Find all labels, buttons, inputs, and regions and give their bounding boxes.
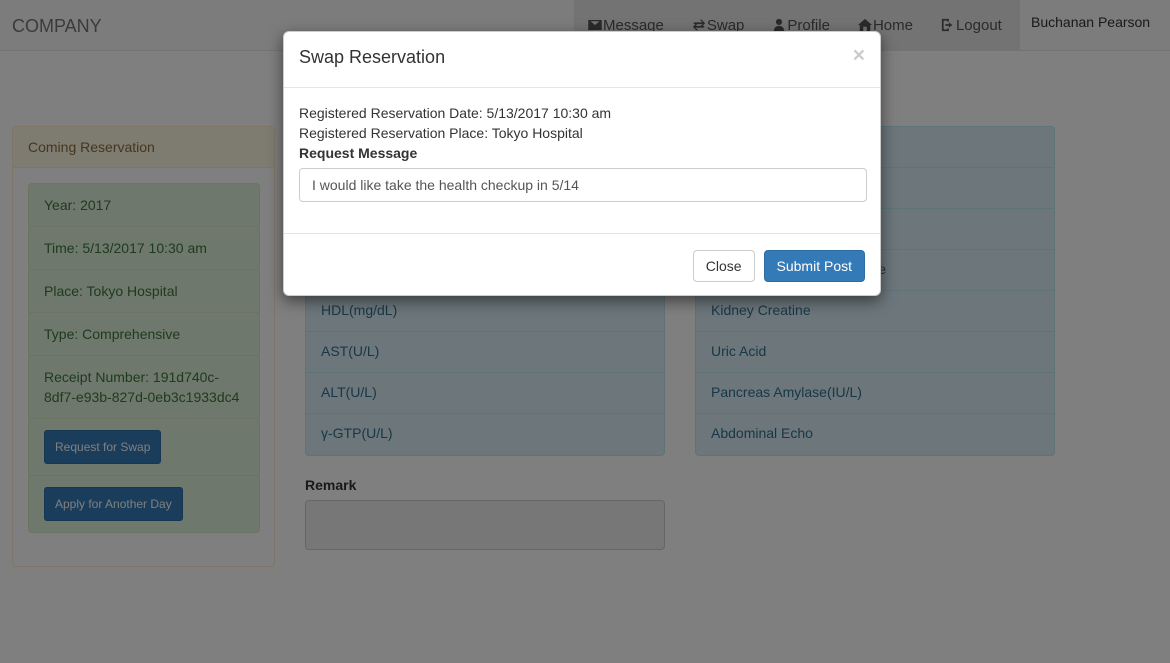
request-message-input[interactable] (299, 168, 867, 202)
modal-footer: Close Submit Post (284, 233, 880, 297)
close-button[interactable]: Close (692, 249, 755, 282)
request-message-label: Request Message (299, 145, 418, 161)
registered-place: Registered Reservation Place: Tokyo Hosp… (299, 125, 583, 141)
swap-reservation-modal: Swap Reservation × Registered Reservatio… (283, 31, 881, 296)
modal-title: Swap Reservation (299, 47, 446, 67)
submit-post-button[interactable]: Submit Post (763, 249, 865, 282)
close-icon[interactable]: × (853, 45, 865, 66)
registered-date: Registered Reservation Date: 5/13/2017 1… (299, 105, 612, 121)
modal-body: Registered Reservation Date: 5/13/2017 1… (284, 88, 880, 233)
modal-header: Swap Reservation × (284, 32, 880, 88)
